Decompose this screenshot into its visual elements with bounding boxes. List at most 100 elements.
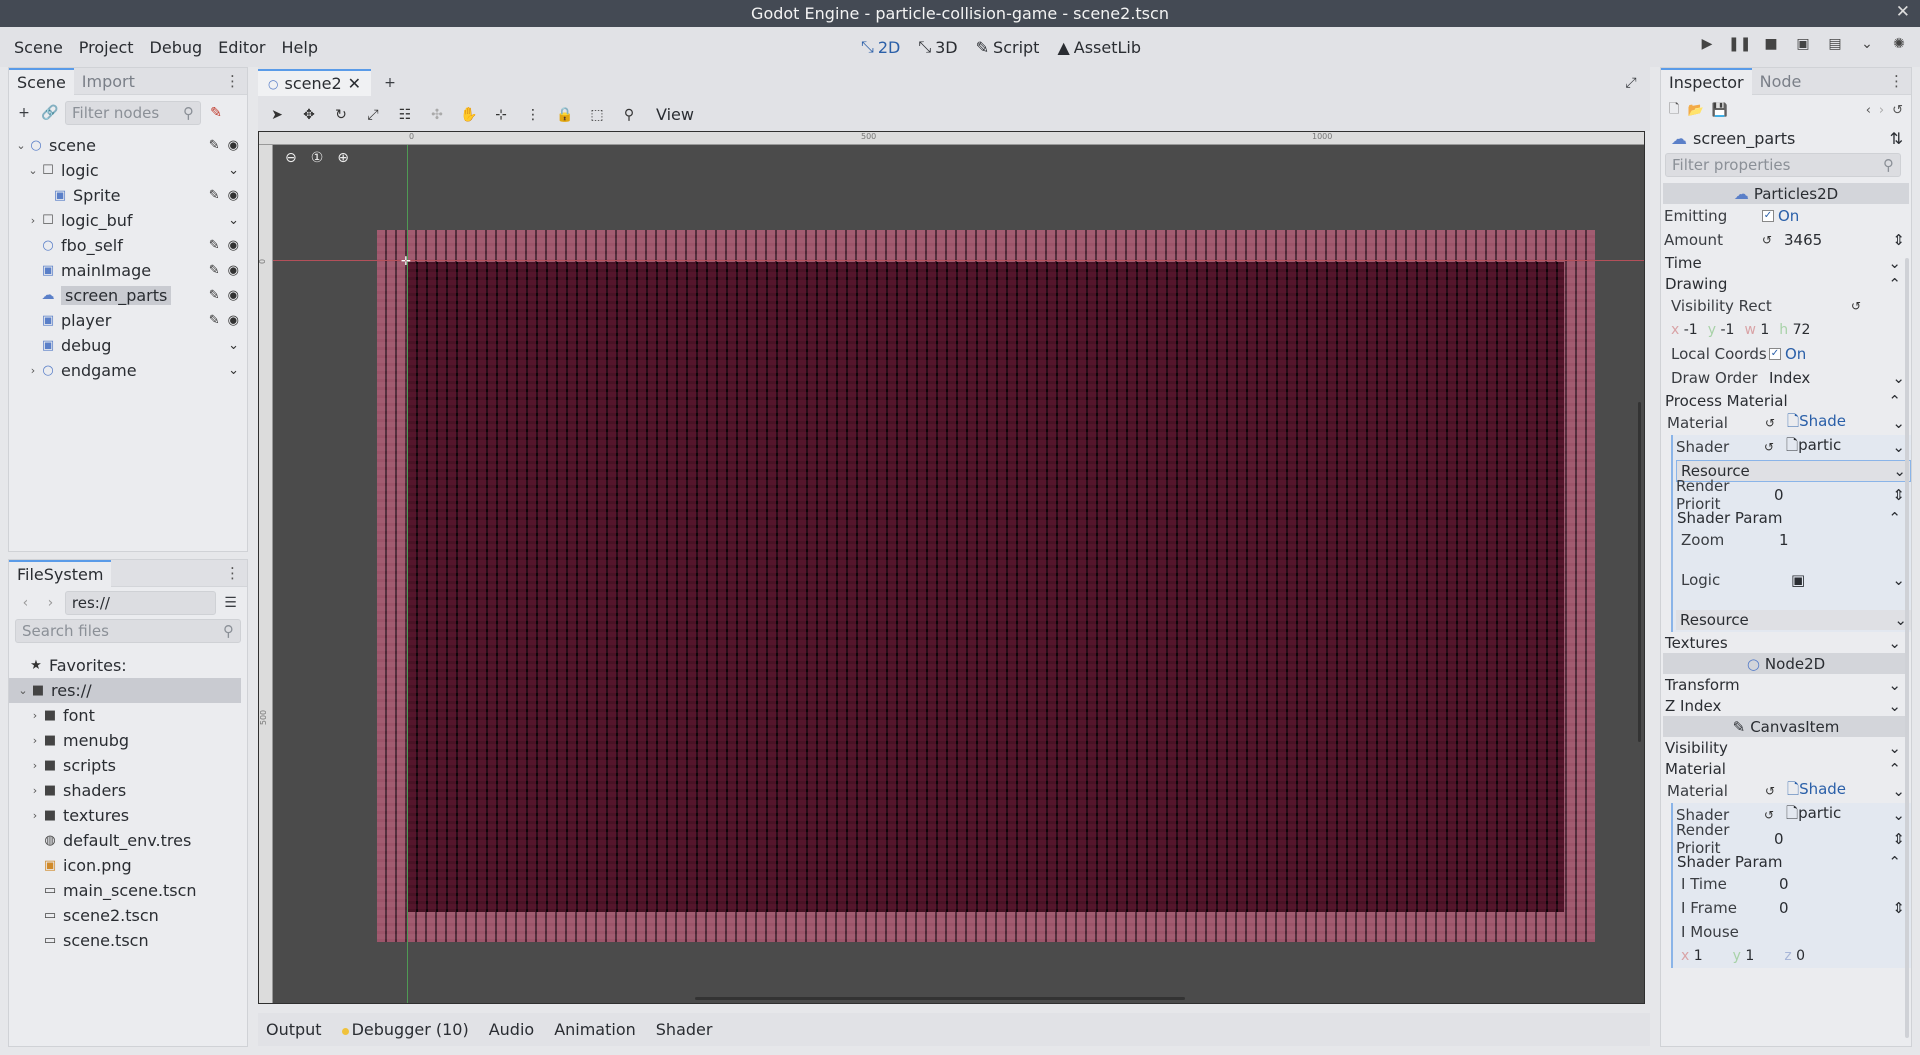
path-field[interactable]: res://	[64, 591, 217, 615]
list-select-icon[interactable]: ☷	[392, 102, 418, 128]
list-view-icon[interactable]: ☰	[220, 592, 241, 614]
visibility-hidden-icon[interactable]: ⌄	[228, 338, 239, 353]
menu-dots-icon[interactable]: ⋮	[225, 72, 247, 90]
scene-node-endgame[interactable]: › ○ endgame ⌄	[9, 358, 247, 383]
chevron-right-icon[interactable]: ›	[29, 809, 41, 822]
chevron-down-icon[interactable]: ⌄	[1856, 36, 1878, 52]
iframe-field[interactable]: 0	[1779, 899, 1789, 917]
group-transform[interactable]: Transform ⌄	[1661, 674, 1911, 695]
scene-node-screen-parts[interactable]: ☁ screen_parts ✎ ◉	[9, 283, 247, 308]
script-attach-icon[interactable]: ✎	[205, 102, 227, 124]
chevron-right-icon[interactable]: ›	[27, 364, 39, 377]
menu-dots-icon[interactable]: ⋮	[225, 564, 247, 582]
tab-filesystem[interactable]: FileSystem	[9, 559, 112, 587]
menu-debug[interactable]: Debug	[142, 38, 211, 57]
pivot-icon[interactable]: ✣	[424, 102, 450, 128]
imouse-z-field[interactable]: z 0	[1784, 948, 1805, 964]
visibility-eye-icon[interactable]: ◉	[228, 313, 239, 328]
logic-texture-picker[interactable]: ▣ ⌄	[1791, 571, 1911, 589]
local-coords-checkbox[interactable]: ✓	[1769, 348, 1781, 360]
visibility-hidden-icon[interactable]: ⌄	[228, 213, 239, 228]
visibility-eye-icon[interactable]: ◉	[228, 138, 239, 153]
scene-node-scene[interactable]: ⌄ ○ scene ✎ ◉	[9, 133, 247, 158]
filter-nodes-input[interactable]: Filter nodes ⚲	[65, 101, 201, 125]
group-z-index[interactable]: Z Index ⌄	[1661, 695, 1911, 716]
chevron-right-icon[interactable]: ›	[27, 214, 39, 227]
filter-properties-input[interactable]: Filter properties ⚲	[1665, 153, 1901, 177]
chevron-down-icon[interactable]: ⌄	[27, 164, 39, 177]
add-node-icon[interactable]: +	[13, 102, 35, 124]
render-priority-field-2[interactable]: 0	[1774, 830, 1784, 848]
reset-icon[interactable]: ↺	[1765, 784, 1783, 798]
animation-tab[interactable]: Animation	[554, 1020, 636, 1039]
visibility-eye-icon[interactable]: ◉	[228, 263, 239, 278]
rotate-mode-icon[interactable]: ↻	[328, 102, 354, 128]
favorites-item[interactable]: ★ Favorites:	[9, 653, 247, 678]
folder-item[interactable]: › ■ font	[9, 703, 247, 728]
workspace-3d-button[interactable]: ⤡ 3D	[912, 35, 963, 59]
group-icon[interactable]: ⬚	[584, 102, 610, 128]
reset-icon[interactable]: ↺	[1762, 233, 1780, 247]
chevron-right-icon[interactable]: ›	[29, 784, 41, 797]
zoom-reset-icon[interactable]: ①	[311, 150, 324, 166]
script-icon[interactable]: ✎	[209, 188, 220, 203]
history-icon[interactable]: ↺	[1892, 103, 1903, 118]
itime-field[interactable]: 0	[1779, 875, 1911, 893]
group-drawing[interactable]: Drawing ⌃	[1661, 273, 1911, 294]
tab-node[interactable]: Node	[1752, 69, 1810, 94]
scene-node-logic-buf[interactable]: › ☐ logic_buf ⌄	[9, 208, 247, 233]
scene-node-mainimage[interactable]: ▣ mainImage ✎ ◉	[9, 258, 247, 283]
zoom-in-icon[interactable]: ⊕	[337, 150, 349, 166]
script-icon[interactable]: ✎	[209, 138, 220, 153]
link-icon[interactable]: 🔗	[39, 102, 61, 124]
output-tab[interactable]: Output	[266, 1020, 322, 1039]
play-scene-icon[interactable]: ▣	[1792, 36, 1814, 52]
play-custom-icon[interactable]: ▤	[1824, 36, 1846, 52]
scene-node-debug[interactable]: ▣ debug ⌄	[9, 333, 247, 358]
close-icon[interactable]: ✕	[348, 74, 361, 93]
material-resource[interactable]: 🗋Shade	[1787, 411, 1846, 436]
forward-icon[interactable]: ›	[40, 592, 61, 614]
group-visibility[interactable]: Visibility ⌄	[1661, 737, 1911, 758]
workspace-2d-button[interactable]: ⤡ 2D	[855, 35, 906, 59]
imouse-y-field[interactable]: y 1	[1733, 948, 1755, 964]
menu-editor[interactable]: Editor	[210, 38, 273, 57]
spinner-arrows-icon[interactable]: ⇕	[1892, 830, 1905, 848]
visibility-hidden-icon[interactable]: ⌄	[228, 163, 239, 178]
bone-icon[interactable]: ⚲	[616, 102, 642, 128]
script-icon[interactable]: ✎	[209, 288, 220, 303]
canvas-material-resource[interactable]: 🗋Shade	[1787, 779, 1846, 804]
zoom-field[interactable]: 1	[1779, 531, 1911, 549]
file-item[interactable]: ▣ icon.png	[9, 853, 247, 878]
imouse-x-field[interactable]: x 1	[1681, 948, 1703, 964]
visibility-eye-icon[interactable]: ◉	[228, 238, 239, 253]
group-process-material[interactable]: Process Material ⌃	[1661, 390, 1911, 411]
scene-node-logic[interactable]: ⌄ ☐ logic ⌄	[9, 158, 247, 183]
vr-x-field[interactable]: x -1	[1671, 322, 1698, 338]
file-item[interactable]: ◍ default_env.tres	[9, 828, 247, 853]
menu-help[interactable]: Help	[274, 38, 326, 57]
script-icon[interactable]: ✎	[209, 313, 220, 328]
chevron-down-icon[interactable]: ⌄	[1892, 438, 1905, 456]
draw-order-select[interactable]: Index ⌄	[1769, 369, 1911, 387]
visibility-eye-icon[interactable]: ◉	[228, 188, 239, 203]
pan-icon[interactable]: ✋	[456, 102, 482, 128]
pause-icon[interactable]: ❚❚	[1728, 36, 1751, 52]
file-item[interactable]: ▭ scene2.tscn	[9, 903, 247, 928]
vr-h-field[interactable]: h 72	[1779, 322, 1810, 338]
render-priority-field[interactable]: 0	[1774, 486, 1784, 504]
view-menu[interactable]: View	[648, 105, 694, 124]
tab-import[interactable]: Import	[74, 69, 143, 94]
save-icon[interactable]: 💾	[1712, 103, 1728, 118]
workspace-script-button[interactable]: ✎ Script	[970, 35, 1046, 59]
canvas-viewport[interactable]: 0 500 1000 0 500 ⊖ ① ⊕ ✛	[258, 131, 1645, 1004]
stop-icon[interactable]: ■	[1760, 36, 1782, 52]
select-mode-icon[interactable]: ➤	[264, 102, 290, 128]
inspector-scrollbar[interactable]	[1905, 258, 1909, 1038]
menu-dots-icon[interactable]: ⋮	[1889, 72, 1911, 90]
resource-dropdown-2[interactable]: Resource ⌄	[1673, 608, 1911, 632]
history-forward-icon[interactable]: ›	[1879, 103, 1884, 118]
audio-tab[interactable]: Audio	[489, 1020, 534, 1039]
tab-scene[interactable]: Scene	[9, 67, 74, 95]
scale-mode-icon[interactable]: ⤢	[360, 102, 386, 128]
